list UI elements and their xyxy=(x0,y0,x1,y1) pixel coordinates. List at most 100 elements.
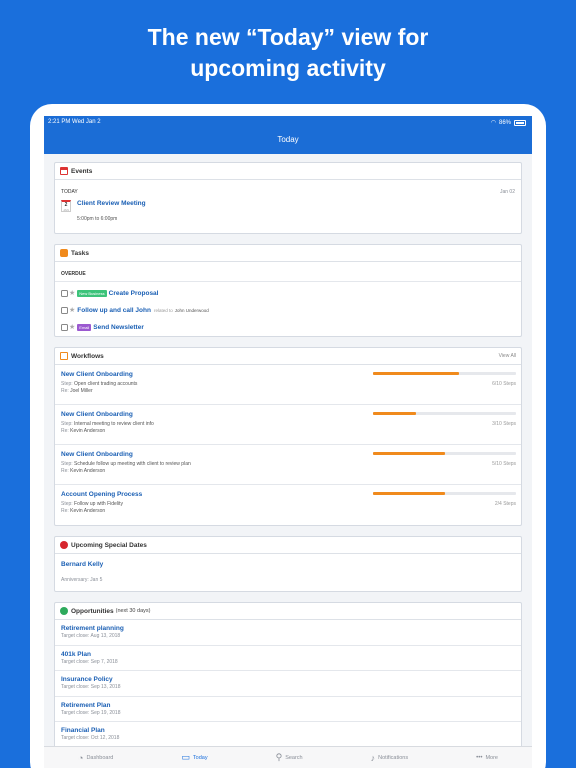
workflow-progress: 6/10 Steps xyxy=(373,372,516,387)
progress-bar xyxy=(373,452,516,455)
workflow-item[interactable]: New Client Onboarding Step: Internal meet… xyxy=(55,405,521,445)
star-icon[interactable]: ★ xyxy=(69,307,75,314)
special-date-name[interactable]: Bernard Kelly xyxy=(61,561,515,568)
workflow-re-label: Re: xyxy=(61,428,69,434)
navigation-bar: 2:21 PM Wed Jan 2 ◠ 86% Today xyxy=(44,116,532,154)
workflow-title[interactable]: New Client Onboarding xyxy=(61,371,373,378)
workflow-re[interactable]: Kevin Anderson xyxy=(70,468,105,474)
workflow-step-label: Step: xyxy=(61,421,73,427)
workflow-step-label: Step: xyxy=(61,501,73,507)
status-bar: 2:21 PM Wed Jan 2 ◠ 86% xyxy=(44,118,532,128)
opportunity-target-close: Target close: Sep 19, 2018 xyxy=(61,709,121,716)
task-checkbox[interactable] xyxy=(61,307,68,314)
workflow-progress: 2/4 Steps xyxy=(373,492,516,507)
task-related-label: related to xyxy=(153,308,173,313)
events-section-date: Jan 02 xyxy=(499,189,515,195)
workflow-re-line: Re: Kevin Anderson xyxy=(61,468,373,475)
task-related-name[interactable]: John Underwood xyxy=(175,308,209,313)
events-card: Events TODAY Jan 02 2 JAN Client Review … xyxy=(54,162,522,234)
task-checkbox[interactable] xyxy=(61,324,68,331)
event-item[interactable]: 2 JAN Client Review Meeting 5:00pm to 6:… xyxy=(55,195,521,233)
tasks-title: Tasks xyxy=(71,249,89,257)
opportunity-item[interactable]: Retirement planning Target close: Aug 13,… xyxy=(55,620,521,646)
task-item[interactable]: ★ Follow up and call John related to John U… xyxy=(55,302,521,319)
tab-label: Search xyxy=(285,754,303,761)
app-screen: 2:21 PM Wed Jan 2 ◠ 86% Today Events TOD… xyxy=(44,116,532,768)
view-all-link[interactable]: View All xyxy=(499,353,516,359)
workflow-re-label: Re: xyxy=(61,388,69,394)
task-check-icon xyxy=(60,249,68,257)
workflow-info: Account Opening Process Step: Follow up w… xyxy=(61,491,373,520)
opportunities-subtitle: (next 30 days) xyxy=(115,608,151,614)
event-title[interactable]: Client Review Meeting xyxy=(77,200,146,207)
task-title[interactable]: Create Proposal xyxy=(109,290,159,297)
tab-today[interactable]: ▭ Today xyxy=(181,752,207,763)
task-checkbox[interactable] xyxy=(61,290,68,297)
workflow-title[interactable]: New Client Onboarding xyxy=(61,411,373,418)
task-item[interactable]: ★ Email Send Newsletter xyxy=(55,319,521,336)
workflow-step: Open client trading accounts xyxy=(74,381,138,387)
status-indicators: ◠ 86% xyxy=(491,119,526,126)
opportunities-title: Opportunities xyxy=(71,607,114,615)
workflow-item[interactable]: New Client Onboarding Step: Open client t… xyxy=(55,365,521,405)
workflow-re[interactable]: Joel Miller xyxy=(70,388,93,394)
tab-search[interactable]: ⚲ Search xyxy=(276,752,303,763)
workflow-play-icon xyxy=(60,352,68,360)
dashboard-icon: ◔ xyxy=(78,752,84,763)
star-icon[interactable]: ★ xyxy=(69,324,75,331)
tab-dashboard[interactable]: ◔ Dashboard xyxy=(78,753,113,763)
opportunity-item[interactable]: Insurance Policy Target close: Sep 13, 20… xyxy=(55,671,521,697)
progress-bar-fill xyxy=(373,412,416,415)
special-date-detail: Anniversary: Jan 5 xyxy=(61,577,103,583)
opportunity-item[interactable]: 401k Plan Target close: Sep 7, 2018 xyxy=(55,646,521,671)
bell-icon: ♪ xyxy=(370,752,376,763)
workflow-re-label: Re: xyxy=(61,508,69,514)
today-feed: Events TODAY Jan 02 2 JAN Client Review … xyxy=(54,162,522,768)
task-item[interactable]: ★ New Business Create Proposal xyxy=(55,285,521,302)
opportunities-card: Opportunities (next 30 days) Retirement … xyxy=(54,602,522,768)
workflow-step-line: Step: Schedule follow up meeting with cl… xyxy=(61,461,373,468)
opportunity-title[interactable]: Retirement planning xyxy=(61,625,515,632)
opportunity-item[interactable]: Retirement Plan Target close: Sep 19, 201… xyxy=(55,697,521,722)
page-title: Today xyxy=(277,135,299,144)
workflow-item[interactable]: New Client Onboarding Step: Schedule foll… xyxy=(55,445,521,485)
progress-bar xyxy=(373,412,516,415)
workflow-progress: 5/10 Steps xyxy=(373,452,516,467)
workflow-info: New Client Onboarding Step: Internal meet… xyxy=(61,411,373,439)
task-title[interactable]: Send Newsletter xyxy=(93,324,144,331)
workflow-progress: 3/10 Steps xyxy=(373,412,516,427)
progress-bar xyxy=(373,372,516,375)
workflow-steps-count: 2/4 Steps xyxy=(494,500,516,507)
workflow-step: Internal meeting to review client info xyxy=(74,421,154,427)
star-icon[interactable]: ★ xyxy=(69,290,75,297)
tab-more[interactable]: ••• More xyxy=(476,755,498,761)
tab-notifications[interactable]: ♪ Notifications xyxy=(371,753,408,763)
event-date-icon: 2 JAN xyxy=(61,200,71,212)
events-section-row: TODAY Jan 02 xyxy=(55,180,521,195)
workflow-steps-count: 5/10 Steps xyxy=(492,460,516,467)
event-month: JAN xyxy=(63,208,69,212)
workflows-title: Workflows xyxy=(71,352,104,360)
workflow-step-line: Step: Open client trading accounts xyxy=(61,381,373,388)
workflow-re[interactable]: Kevin Anderson xyxy=(70,508,105,514)
workflow-title[interactable]: New Client Onboarding xyxy=(61,451,373,458)
opportunity-title[interactable]: Insurance Policy xyxy=(61,676,515,683)
opportunity-title[interactable]: Retirement Plan xyxy=(61,702,515,709)
progress-bar-fill xyxy=(373,492,445,495)
opportunity-title[interactable]: Financial Plan xyxy=(61,727,515,734)
special-dates-header: Upcoming Special Dates xyxy=(55,537,521,554)
tab-label: More xyxy=(485,754,498,761)
opportunity-item[interactable]: Financial Plan Target close: Oct 12, 2018 xyxy=(55,722,521,748)
progress-bar-fill xyxy=(373,372,459,375)
workflow-title[interactable]: Account Opening Process xyxy=(61,491,373,498)
special-date-item[interactable]: Bernard Kelly Anniversary: Jan 5 xyxy=(55,554,521,591)
opportunity-target-close: Target close: Sep 7, 2018 xyxy=(61,658,118,665)
task-title[interactable]: Follow up and call John xyxy=(77,307,151,314)
workflow-re[interactable]: Kevin Anderson xyxy=(70,428,105,434)
workflow-steps-count: 6/10 Steps xyxy=(492,380,516,387)
star-badge-icon xyxy=(60,541,68,549)
workflow-item[interactable]: Account Opening Process Step: Follow up w… xyxy=(55,485,521,525)
calendar-icon xyxy=(60,167,68,175)
opportunity-title[interactable]: 401k Plan xyxy=(61,651,515,658)
inbox-icon: ▭ xyxy=(181,752,190,762)
